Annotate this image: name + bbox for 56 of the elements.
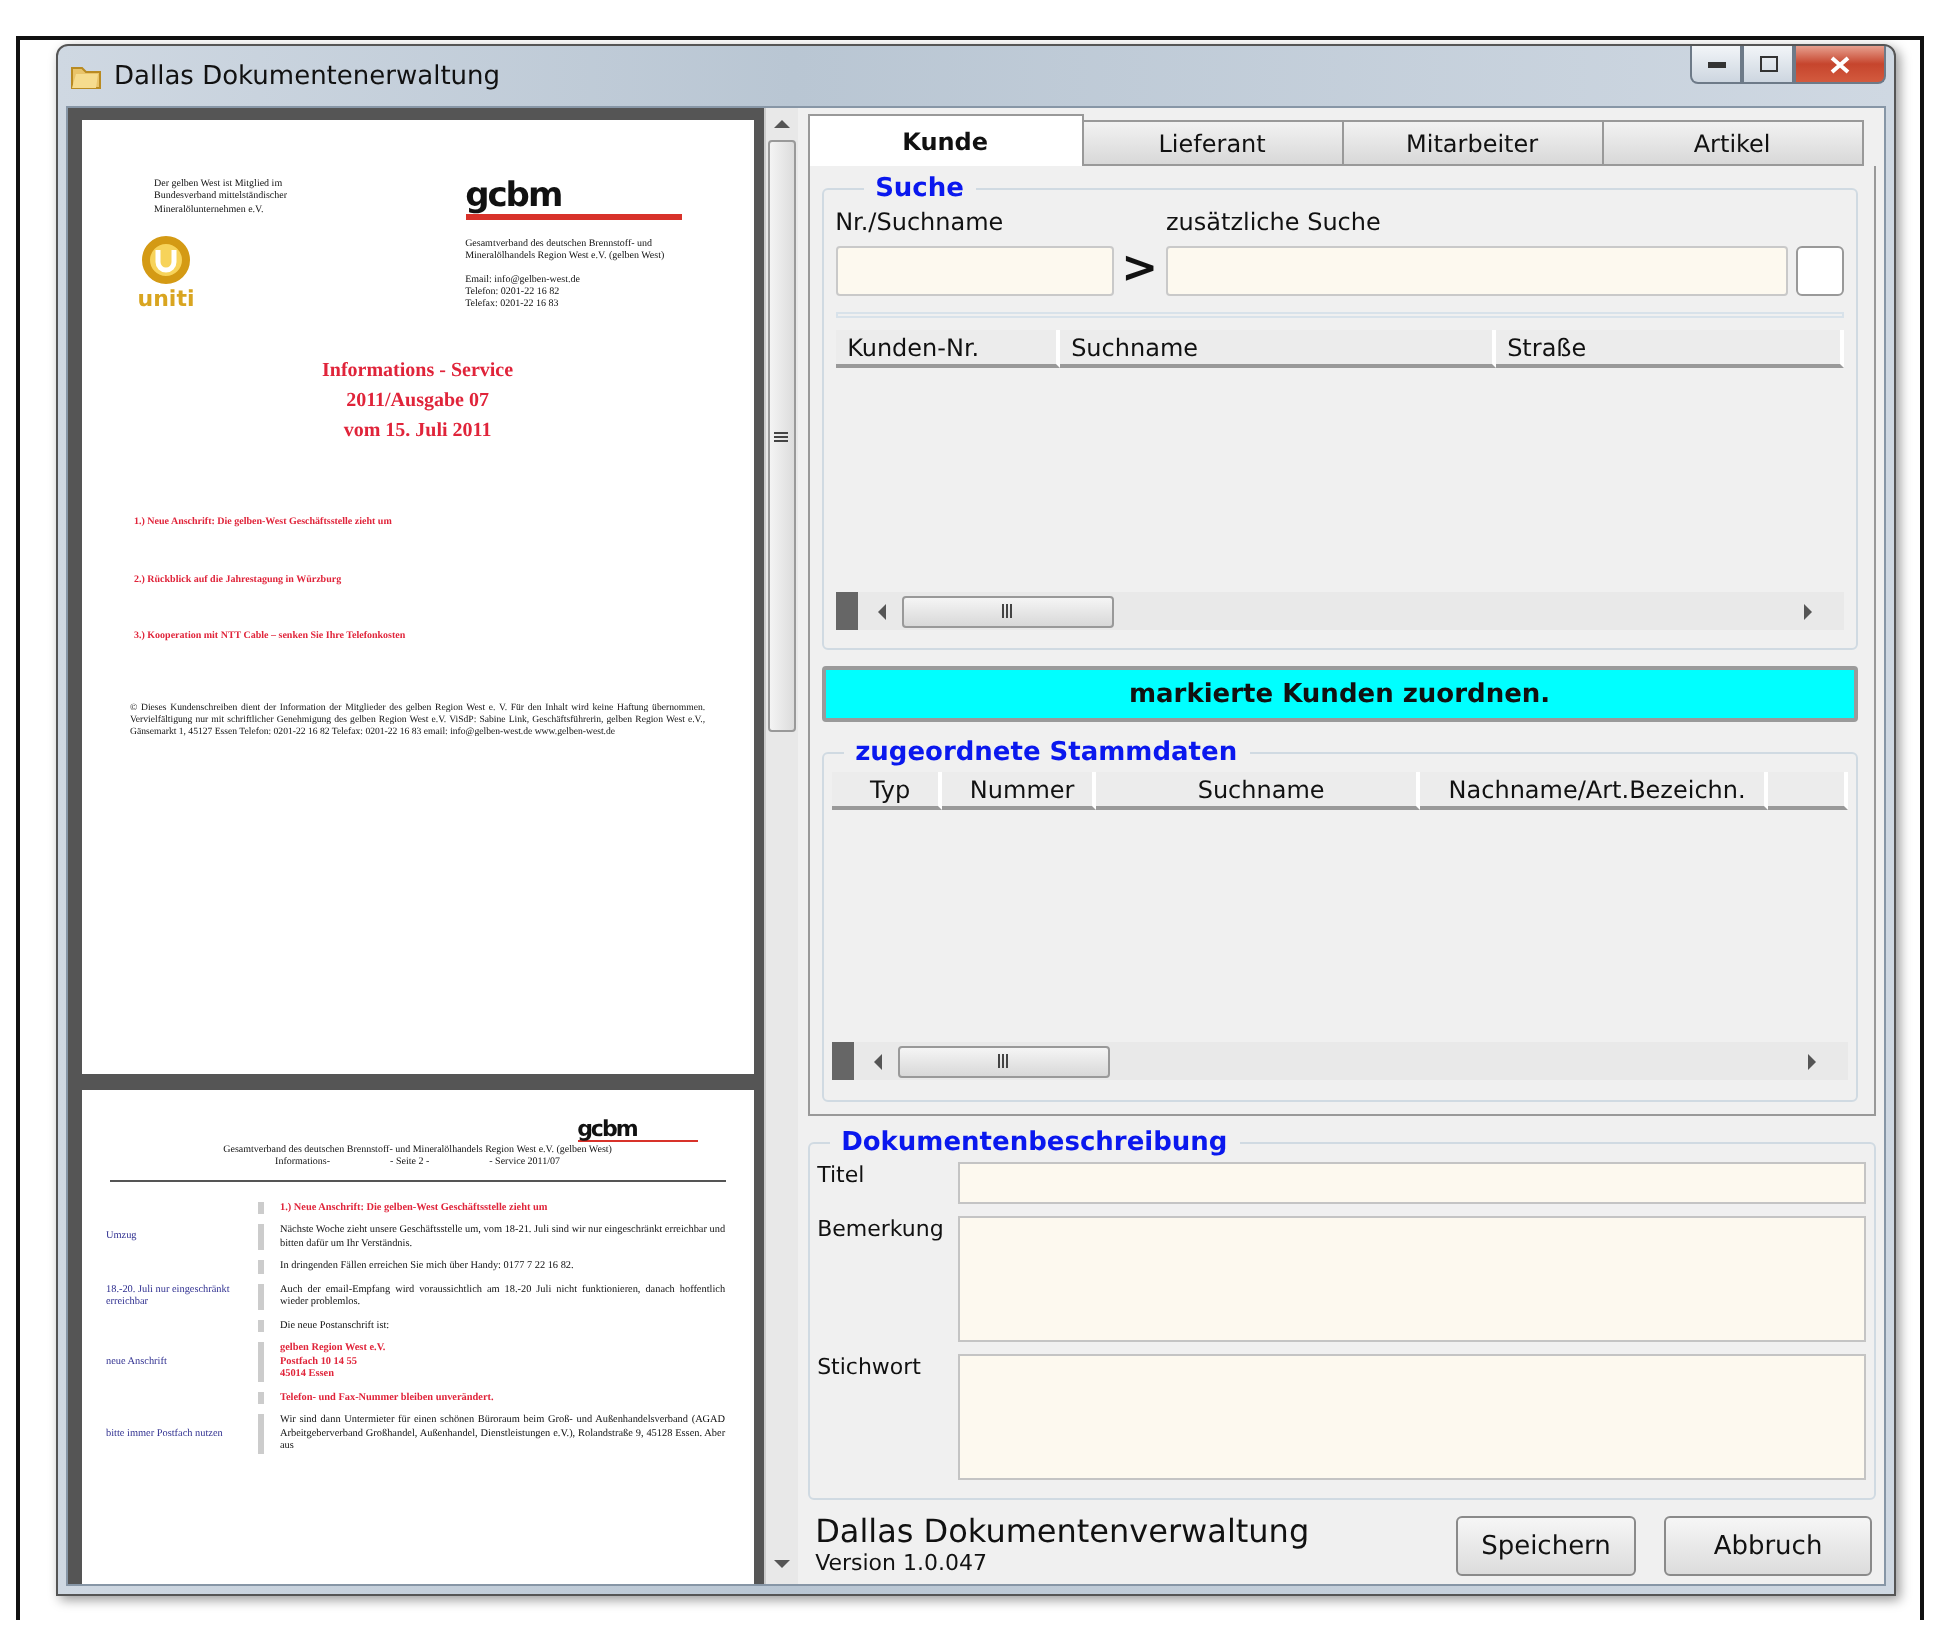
column-header[interactable]: Nummer	[941, 772, 1096, 810]
title-field[interactable]	[957, 1162, 1866, 1204]
cancel-button[interactable]: Abbruch	[1664, 1516, 1872, 1576]
grip-icon	[996, 1054, 1011, 1068]
field-label: Bemerkung	[817, 1216, 946, 1246]
vertical-scrollbar[interactable]	[763, 108, 798, 1584]
scroll-thumb[interactable]	[897, 1045, 1110, 1077]
close-button[interactable]	[1794, 46, 1886, 84]
horizontal-scrollbar[interactable]	[835, 592, 1844, 630]
search-field[interactable]	[1166, 246, 1788, 296]
version-text: Version 1.0.047	[815, 1550, 989, 1576]
newsletter-heading: Informations - Service	[320, 358, 516, 387]
assign-button[interactable]: markierte Kunden zuordnen.	[821, 666, 1858, 722]
app-name: Dallas Dokumentenverwaltung	[815, 1512, 1310, 1550]
folder-icon	[70, 62, 102, 90]
newsletter-heading: vom 15. Juli 2011	[341, 418, 494, 447]
newsletter-heading: 2011/Ausgabe 07	[344, 388, 491, 417]
group-title: zugeordnete Stammdaten	[853, 738, 1240, 768]
tab[interactable]: Artikel	[1601, 120, 1864, 166]
column-header[interactable]: Suchname	[1095, 772, 1420, 810]
save-button[interactable]: Speichern	[1456, 1516, 1636, 1576]
search-button[interactable]	[1796, 246, 1844, 296]
scroll-corner	[831, 1042, 854, 1080]
tab[interactable]: Mitarbeiter	[1341, 120, 1604, 166]
column-header[interactable]: Kunden-Nr.	[835, 330, 1060, 368]
tab[interactable]: Kunde	[807, 114, 1084, 166]
ring-logo-icon	[140, 233, 192, 286]
column-header[interactable]	[1767, 772, 1848, 810]
window-title: Dallas Dokumentenerwaltung	[114, 61, 503, 91]
member-logo: uniti	[137, 285, 195, 312]
field-label: Titel	[817, 1162, 867, 1192]
column-header[interactable]: Straße	[1495, 330, 1844, 368]
field-label: zusätzliche Suche	[1166, 208, 1383, 236]
scroll-corner	[835, 592, 858, 630]
field-label: Nr./Suchname	[835, 208, 1006, 236]
tab[interactable]: Lieferant	[1081, 120, 1344, 166]
minimize-icon	[1707, 61, 1725, 67]
org-logo: gcbm	[465, 180, 682, 220]
minimize-button[interactable]	[1690, 46, 1742, 84]
field-label: Stichwort	[817, 1354, 923, 1384]
maximize-button[interactable]	[1742, 46, 1794, 84]
group-title: Dokumentenbeschreibung	[839, 1128, 1230, 1158]
close-icon	[1830, 55, 1850, 73]
org-logo: gcbm	[577, 1118, 698, 1142]
scroll-thumb[interactable]	[901, 595, 1114, 627]
separator-text: >	[1121, 248, 1158, 292]
maximize-icon	[1759, 56, 1777, 72]
group-title: Suche	[873, 174, 966, 204]
column-header[interactable]: Nachname/Art.Bezeichn.	[1419, 772, 1768, 810]
grip-icon	[774, 429, 789, 443]
horizontal-scrollbar[interactable]	[831, 1042, 1848, 1080]
grip-icon	[1000, 604, 1015, 618]
scroll-thumb[interactable]	[767, 140, 796, 732]
column-header[interactable]: Suchname	[1059, 330, 1496, 368]
column-header[interactable]: Typ	[831, 772, 942, 810]
search-field[interactable]	[835, 246, 1114, 296]
